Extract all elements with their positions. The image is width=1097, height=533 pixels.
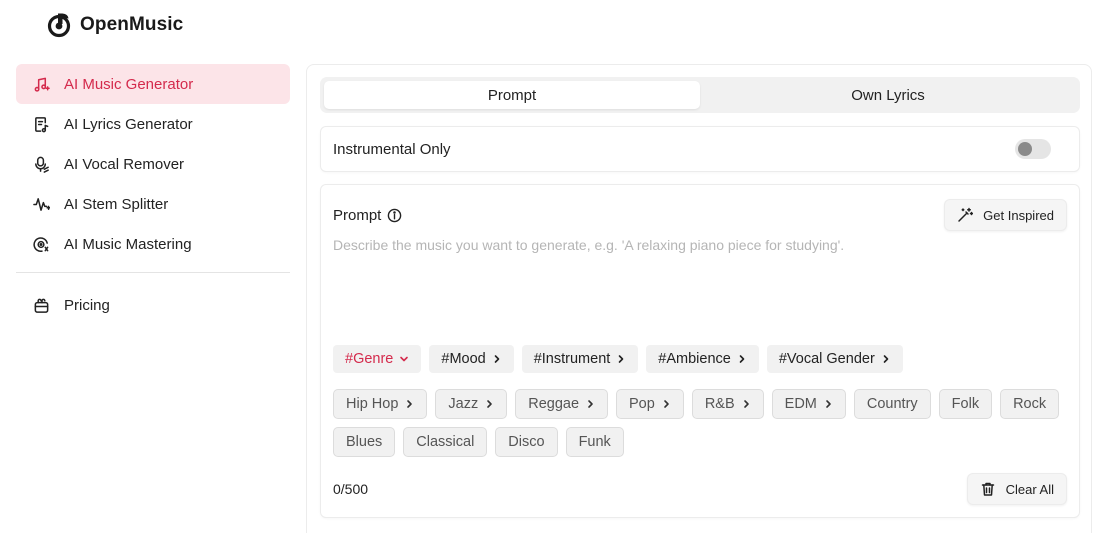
tag-classical[interactable]: Classical: [403, 427, 488, 457]
tag-rnb[interactable]: R&B: [691, 389, 764, 419]
category-label: #Vocal Gender: [778, 351, 875, 367]
music-generator-panel: Prompt Own Lyrics Instrumental Only Prom…: [306, 64, 1092, 533]
category-ambience[interactable]: #Ambience: [646, 345, 759, 373]
sidebar-item-label: Pricing: [64, 296, 110, 314]
tag-label: Hip Hop: [346, 396, 399, 412]
chevron-right-icon: [826, 400, 831, 408]
tag-funk[interactable]: Funk: [565, 427, 624, 457]
music-note-icon: [32, 75, 50, 93]
waveform-icon: [32, 195, 50, 213]
get-inspired-label: Get Inspired: [983, 207, 1054, 223]
tag-label: Reggae: [528, 396, 580, 412]
prompt-input[interactable]: [333, 237, 1068, 337]
tag-country[interactable]: Country: [853, 389, 931, 419]
magic-wand-icon: [958, 207, 974, 222]
chevron-right-icon: [588, 400, 593, 408]
chevron-right-icon: [739, 355, 745, 363]
tag-label: Funk: [578, 434, 611, 450]
toggle-knob: [1018, 142, 1032, 156]
sidebar-item-label: AI Music Mastering: [64, 235, 192, 253]
chevron-right-icon: [743, 400, 749, 408]
disc-icon: [32, 235, 50, 253]
chevron-down-icon: [400, 356, 409, 362]
sidebar-item-label: AI Stem Splitter: [64, 195, 169, 213]
instrumental-only-toggle[interactable]: [1015, 139, 1051, 159]
tag-label: Folk: [951, 396, 980, 412]
tag-edm[interactable]: EDM: [771, 389, 846, 419]
prompt-footer: 0/500 Clear All: [333, 473, 1067, 505]
tag-label: Classical: [416, 434, 475, 450]
chevron-right-icon: [407, 400, 413, 408]
basket-icon: [32, 296, 50, 314]
lyrics-doc-icon: [32, 115, 50, 133]
tag-blues[interactable]: Blues: [333, 427, 396, 457]
tag-label: Disco: [508, 434, 545, 450]
tag-label: Pop: [629, 396, 655, 412]
tag-label: Rock: [1013, 396, 1047, 412]
tag-jazz[interactable]: Jazz: [435, 389, 508, 419]
category-label: #Instrument: [533, 351, 611, 367]
trash-icon: [981, 482, 994, 496]
tag-disco[interactable]: Disco: [495, 427, 558, 457]
app-name: OpenMusic: [80, 14, 184, 35]
tab-prompt[interactable]: Prompt: [324, 81, 700, 109]
character-count: 0/500: [333, 481, 369, 497]
sidebar-item-ai-lyrics-generator[interactable]: AI Lyrics Generator: [16, 104, 290, 144]
sidebar: AI Music Generator AI Lyrics Generator A…: [16, 64, 290, 325]
category-instrument[interactable]: #Instrument: [521, 345, 639, 373]
category-mood[interactable]: #Mood: [429, 345, 514, 373]
info-icon[interactable]: [387, 208, 402, 223]
chevron-right-icon: [618, 355, 624, 363]
clear-all-label: Clear All: [1005, 481, 1054, 497]
sidebar-item-ai-stem-splitter[interactable]: AI Stem Splitter: [16, 184, 290, 224]
mode-tabs: Prompt Own Lyrics: [320, 77, 1080, 113]
chevron-right-icon: [487, 400, 493, 408]
category-genre[interactable]: #Genre: [333, 345, 422, 373]
tag-reggae[interactable]: Reggae: [515, 389, 609, 419]
category-label: #Ambience: [658, 351, 731, 367]
chevron-right-icon: [494, 355, 500, 363]
genre-tag-list: Hip Hop Jazz Reggae Pop R&B EDM Country …: [333, 389, 1073, 457]
category-vocal-gender[interactable]: #Vocal Gender: [766, 345, 903, 373]
sidebar-divider: [16, 272, 290, 273]
category-label: #Genre: [345, 351, 394, 367]
tag-category-row: #Genre #Mood #Instrument #Ambience #Voca…: [333, 345, 903, 373]
sidebar-item-ai-music-generator[interactable]: AI Music Generator: [16, 64, 290, 104]
sidebar-item-label: AI Music Generator: [64, 75, 194, 93]
tag-hip-hop[interactable]: Hip Hop: [333, 389, 428, 419]
app-logo[interactable]: OpenMusic: [46, 12, 183, 38]
get-inspired-button[interactable]: Get Inspired: [944, 199, 1067, 231]
sidebar-item-ai-music-mastering[interactable]: AI Music Mastering: [16, 224, 290, 264]
instrumental-only-card: Instrumental Only: [320, 126, 1080, 172]
instrumental-only-label: Instrumental Only: [333, 140, 451, 158]
tag-label: Blues: [346, 434, 383, 450]
tag-label: EDM: [784, 396, 817, 412]
clear-all-button[interactable]: Clear All: [966, 473, 1067, 505]
chevron-right-icon: [664, 400, 669, 408]
tag-label: Jazz: [448, 396, 479, 412]
tab-own-lyrics[interactable]: Own Lyrics: [700, 81, 1076, 109]
microphone-icon: [32, 155, 50, 173]
tag-label: Country: [866, 396, 918, 412]
tag-pop[interactable]: Pop: [616, 389, 684, 419]
chevron-right-icon: [883, 355, 889, 363]
prompt-header: Prompt Get Inspired: [333, 199, 1067, 231]
prompt-title: Prompt: [333, 207, 402, 224]
tag-label: R&B: [704, 396, 735, 412]
tag-rock[interactable]: Rock: [1000, 389, 1060, 419]
sidebar-item-label: AI Lyrics Generator: [64, 115, 193, 133]
prompt-title-label: Prompt: [333, 206, 382, 224]
sidebar-item-pricing[interactable]: Pricing: [16, 285, 290, 325]
category-label: #Mood: [441, 351, 486, 367]
logo-icon: [47, 13, 71, 38]
sidebar-item-ai-vocal-remover[interactable]: AI Vocal Remover: [16, 144, 290, 184]
sidebar-item-label: AI Vocal Remover: [64, 155, 185, 173]
prompt-card: Prompt Get Inspired #Genre #Mood: [320, 184, 1080, 518]
tag-folk[interactable]: Folk: [938, 389, 993, 419]
